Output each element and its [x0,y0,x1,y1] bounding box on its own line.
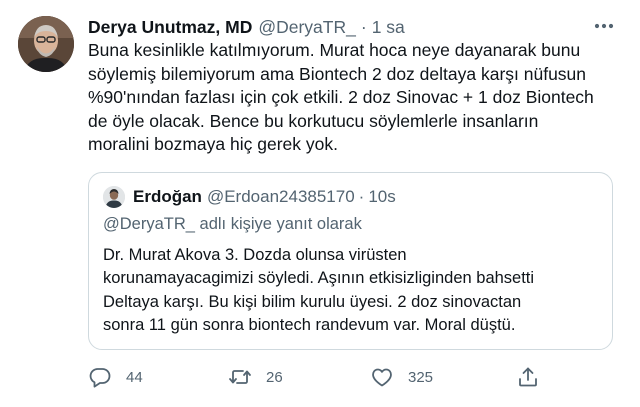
share-icon [519,367,537,387]
tweet-header: Derya Unutmaz, MD @DeryaTR_ · 1 sa [88,15,405,39]
quoted-tweet-text: Dr. Murat Akova 3. Dozda olunsa virüsten… [103,246,535,335]
quoted-header-separator: · [358,187,365,206]
tweet-text: Buna kesinlikle katılmıyorum. Murat hoca… [88,40,594,155]
quoted-tweet-header: Erdoğan @Erdoan24385170 · 10s [133,185,396,209]
more-options-button[interactable] [592,16,616,36]
header-separator: · [360,17,367,37]
quoted-tweet[interactable]: Erdoğan @Erdoan24385170 · 10s @DeryaTR_ … [88,172,613,350]
heart-icon [372,368,392,387]
author-avatar[interactable] [18,16,74,72]
retweet-icon [229,370,251,384]
tweet-timestamp[interactable]: 1 sa [372,15,405,39]
like-count: 325 [408,368,434,386]
tweet-actions: 44 26 325 [88,364,548,390]
like-button[interactable]: 325 [370,364,433,390]
reply-button[interactable]: 44 [88,364,143,390]
quoted-author-handle: @Erdoan24385170 [206,187,355,206]
quoted-author-avatar[interactable] [103,186,125,208]
quoted-timestamp: 10s [368,187,396,206]
quoted-author-name: Erdoğan [133,187,202,206]
author-handle[interactable]: @DeryaTR_ [258,15,356,39]
retweet-button[interactable]: 26 [228,364,283,390]
tweet[interactable]: Derya Unutmaz, MD @DeryaTR_ · 1 sa Buna … [0,0,640,407]
share-button[interactable] [516,364,540,390]
author-name[interactable]: Derya Unutmaz, MD [88,15,252,39]
reply-context: @DeryaTR_ adlı kişiye yanıt olarak [103,215,362,233]
more-horizontal-icon [594,23,614,29]
reply-icon [89,368,111,388]
retweet-count: 26 [266,368,283,386]
reply-count: 44 [126,368,143,386]
